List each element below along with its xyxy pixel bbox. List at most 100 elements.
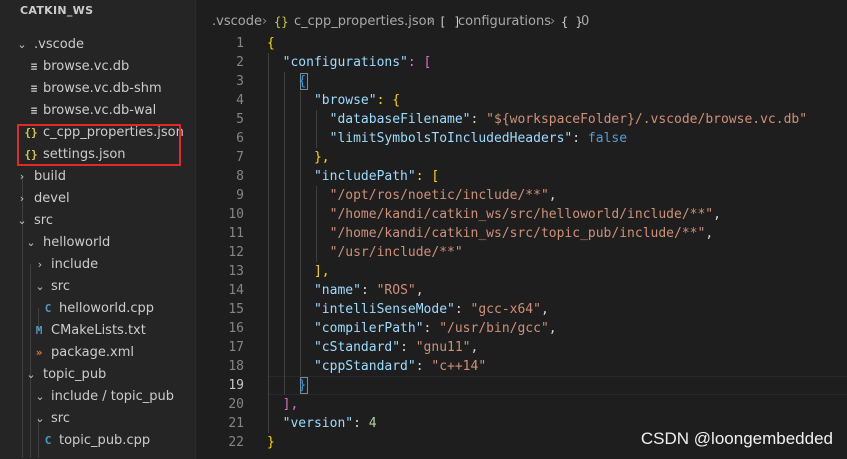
chevron-right-icon: › [428, 14, 434, 29]
annotation-highlight-box [17, 124, 181, 166]
json-string: "/opt/ros/noetic/include/**" [329, 188, 549, 203]
code-line-21: "version": 4 [267, 414, 377, 433]
code-line-13: ], [267, 262, 330, 281]
punct-token: : [454, 302, 471, 317]
tree-item-label: browse.vc.db [43, 59, 130, 74]
json-keyword: false [587, 131, 628, 146]
brace-token: { [298, 74, 307, 89]
line-number: 7 [236, 150, 244, 165]
brace-token: ], [282, 397, 299, 412]
line-number: 12 [228, 245, 244, 260]
code-line-11: "/home/kandi/catkin_ws/src/topic_pub/inc… [267, 224, 714, 243]
tree-file-browse-vc-db-wal[interactable]: ≡ browse.vc.db-wal [0, 100, 195, 122]
tree-file-browse-vc-db[interactable]: ≡ browse.vc.db [0, 56, 195, 78]
line-number: 15 [228, 302, 244, 317]
punct-token: , [705, 226, 714, 241]
breadcrumb-folder[interactable]: .vscode [212, 11, 262, 33]
json-key: "browse" [313, 93, 377, 108]
punct-token: : [572, 131, 588, 146]
tree-folder-src[interactable]: ⌄ src [0, 276, 195, 298]
tree-item-label: package.xml [51, 345, 134, 360]
code-line-17: "cStandard": "gnu11", [267, 338, 478, 357]
json-braces-icon: {} [274, 15, 289, 29]
line-number: 10 [228, 207, 244, 222]
chevron-right-icon: › [550, 14, 556, 29]
brace-token: { [267, 36, 275, 51]
tree-folder-helloworld[interactable]: ⌄ helloworld [0, 232, 195, 254]
breadcrumb-file[interactable]: c_cpp_properties.json [294, 11, 435, 33]
code-line-16: "compilerPath": "/usr/bin/gcc", [267, 319, 557, 338]
tree-file-helloworld-cpp[interactable]: C helloworld.cpp [0, 298, 195, 320]
tree-folder-src[interactable]: ⌄ src [0, 210, 195, 232]
code-line-18: "cppStandard": "c++14" [267, 357, 486, 376]
line-number: 5 [236, 112, 244, 127]
json-key: "configurations" [282, 55, 408, 70]
code-line-10: "/home/kandi/catkin_ws/src/helloworld/in… [267, 205, 721, 224]
tree-folder-include[interactable]: › include [0, 254, 195, 276]
code-line-4: "browse": { [267, 91, 400, 110]
line-number: 16 [228, 321, 244, 336]
code-line-22: } [267, 433, 275, 452]
tree-item-label: .vscode [34, 37, 84, 52]
punct-token: , [470, 340, 479, 355]
chevron-down-icon: ⌄ [35, 390, 45, 403]
chevron-right-icon: › [19, 170, 25, 183]
json-key: "limitSymbolsToIncludedHeaders" [329, 131, 573, 146]
tree-folder-include-topic-pub[interactable]: ⌄ include / topic_pub [0, 386, 195, 408]
code-editor[interactable]: .vscode › {} c_cpp_properties.json › [ ]… [196, 0, 847, 459]
tree-folder-topic-pub[interactable]: ⌄ topic_pub [0, 364, 195, 386]
json-string: "c++14" [431, 359, 487, 374]
tree-file-browse-vc-db-shm[interactable]: ≡ browse.vc.db-shm [0, 78, 195, 100]
code-line-1: { [267, 34, 275, 53]
json-string: "ROS" [376, 283, 416, 298]
json-string: "/home/kandi/catkin_ws/src/topic_pub/inc… [329, 226, 706, 241]
chevron-down-icon: ⌄ [17, 214, 27, 227]
json-number: 4 [368, 416, 377, 431]
explorer-title[interactable]: CATKIN_WS [0, 0, 195, 22]
chevron-down-icon: ⌄ [26, 236, 36, 249]
line-number: 22 [228, 435, 244, 450]
code-line-14: "name": "ROS", [267, 281, 424, 300]
punct-token: , [540, 302, 549, 317]
breadcrumb-symbol-0[interactable]: 0 [581, 11, 589, 33]
tree-file-cmakelists[interactable]: M CMakeLists.txt [0, 320, 195, 342]
chevron-right-icon: › [37, 258, 43, 271]
tree-item-label: build [34, 169, 66, 184]
tree-item-label: browse.vc.db-wal [43, 103, 157, 118]
json-key: "cStandard" [313, 340, 401, 355]
line-number: 21 [228, 416, 244, 431]
chevron-right-icon: › [19, 192, 25, 205]
tree-item-label: devel [34, 191, 70, 206]
explorer-sidebar: CATKIN_WS ⌄ .vscode ≡ browse.vc.db ≡ bro… [0, 0, 196, 459]
tree-item-label: src [51, 279, 70, 294]
brace-token: } [298, 378, 307, 393]
json-string: "gcc-x64" [470, 302, 541, 317]
tree-folder-devel[interactable]: › devel [0, 188, 195, 210]
file-lines-icon: ≡ [30, 60, 38, 73]
tree-folder-src[interactable]: ⌄ src [0, 408, 195, 430]
json-key: "cppStandard" [313, 359, 416, 374]
tree-file-package-xml[interactable]: » package.xml [0, 342, 195, 364]
json-key: "name" [313, 283, 361, 298]
tree-folder-build[interactable]: › build [0, 166, 195, 188]
json-string: "/usr/include/**" [329, 245, 463, 260]
line-number: 13 [228, 264, 244, 279]
tree-item-label: include / topic_pub [51, 389, 175, 404]
code-line-8: "includePath": [ [267, 167, 439, 186]
chevron-down-icon: ⌄ [35, 412, 45, 425]
line-number: 18 [228, 359, 244, 374]
tree-folder-vscode[interactable]: ⌄ .vscode [0, 34, 195, 56]
line-number: 2 [236, 55, 244, 70]
punct-token: : [ [407, 55, 432, 70]
brace-token: }, [313, 150, 330, 165]
tree-file-topic-pub-cpp[interactable]: C topic_pub.cpp [0, 430, 195, 452]
object-symbol-icon: { } [561, 15, 583, 29]
line-number: 6 [236, 131, 244, 146]
json-key: "version" [282, 416, 354, 431]
json-key: "includePath" [313, 169, 416, 184]
line-number: 3 [236, 74, 244, 89]
json-key: "intelliSenseMode" [313, 302, 455, 317]
code-line-9: "/opt/ros/noetic/include/**", [267, 186, 557, 205]
punct-token: : [415, 359, 432, 374]
breadcrumb-symbol-configurations[interactable]: configurations [458, 11, 551, 33]
